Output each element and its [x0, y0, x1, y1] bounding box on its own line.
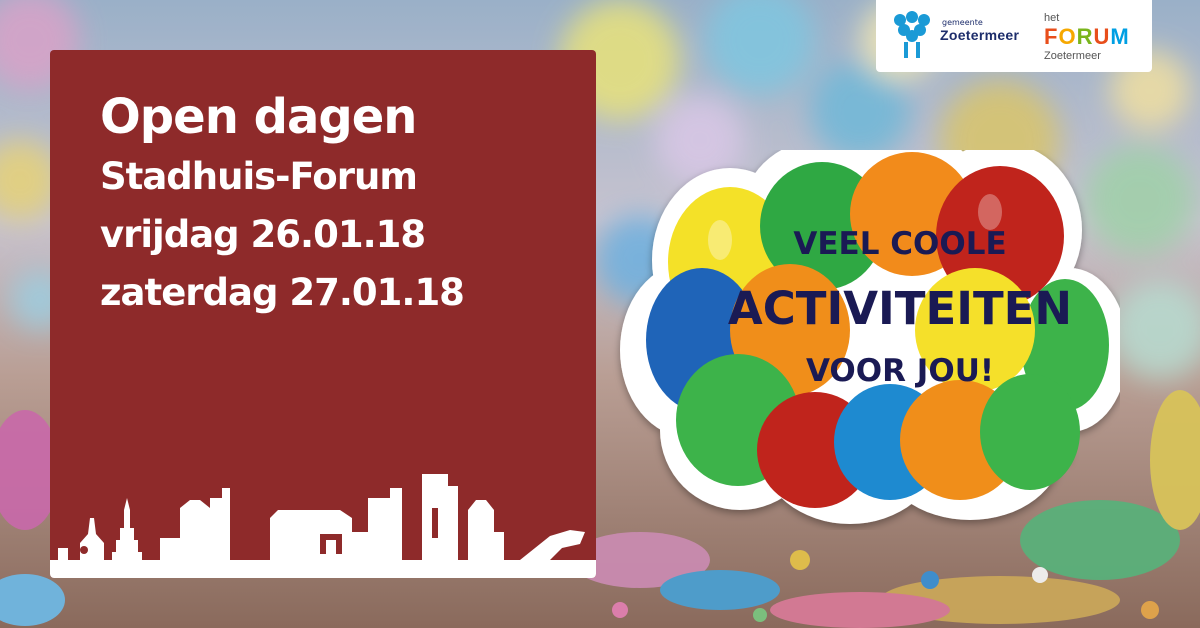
forum-letter: F	[1044, 24, 1059, 49]
gemeente-logo-icon	[894, 11, 930, 58]
gemeente-label: gemeente	[942, 18, 983, 27]
sticker-line-2: ACTIVITEITEN	[727, 282, 1073, 335]
forum-city: Zoetermeer	[1044, 50, 1101, 62]
gemeente-name: Zoetermeer	[940, 27, 1020, 43]
event-title: Open dagen	[100, 89, 417, 145]
event-location: Stadhuis-Forum	[100, 155, 418, 198]
event-date-saturday: zaterdag 27.01.18	[100, 271, 465, 314]
panel-text: Open dagen Stadhuis-Forum vrijdag 26.01.…	[100, 86, 520, 322]
forum-letter: R	[1076, 24, 1094, 49]
sticker-line-1: VEEL COOLE	[793, 226, 1007, 262]
forum-letter: O	[1058, 24, 1077, 49]
sticker-line-3: VOOR JOU!	[805, 353, 994, 389]
skyline-icon	[50, 474, 596, 578]
forum-het-label: het	[1044, 12, 1060, 24]
event-date-friday: vrijdag 26.01.18	[100, 213, 426, 256]
logo-box: gemeente Zoetermeer het FORUM Zoetermeer	[876, 0, 1152, 72]
sticker-text: VEEL COOLE ACTIVITEITEN VOOR JOU!	[690, 215, 1110, 397]
forum-logo-icon: FORUM	[1044, 24, 1130, 50]
forum-letter: M	[1110, 24, 1130, 49]
forum-letter: U	[1093, 24, 1111, 49]
